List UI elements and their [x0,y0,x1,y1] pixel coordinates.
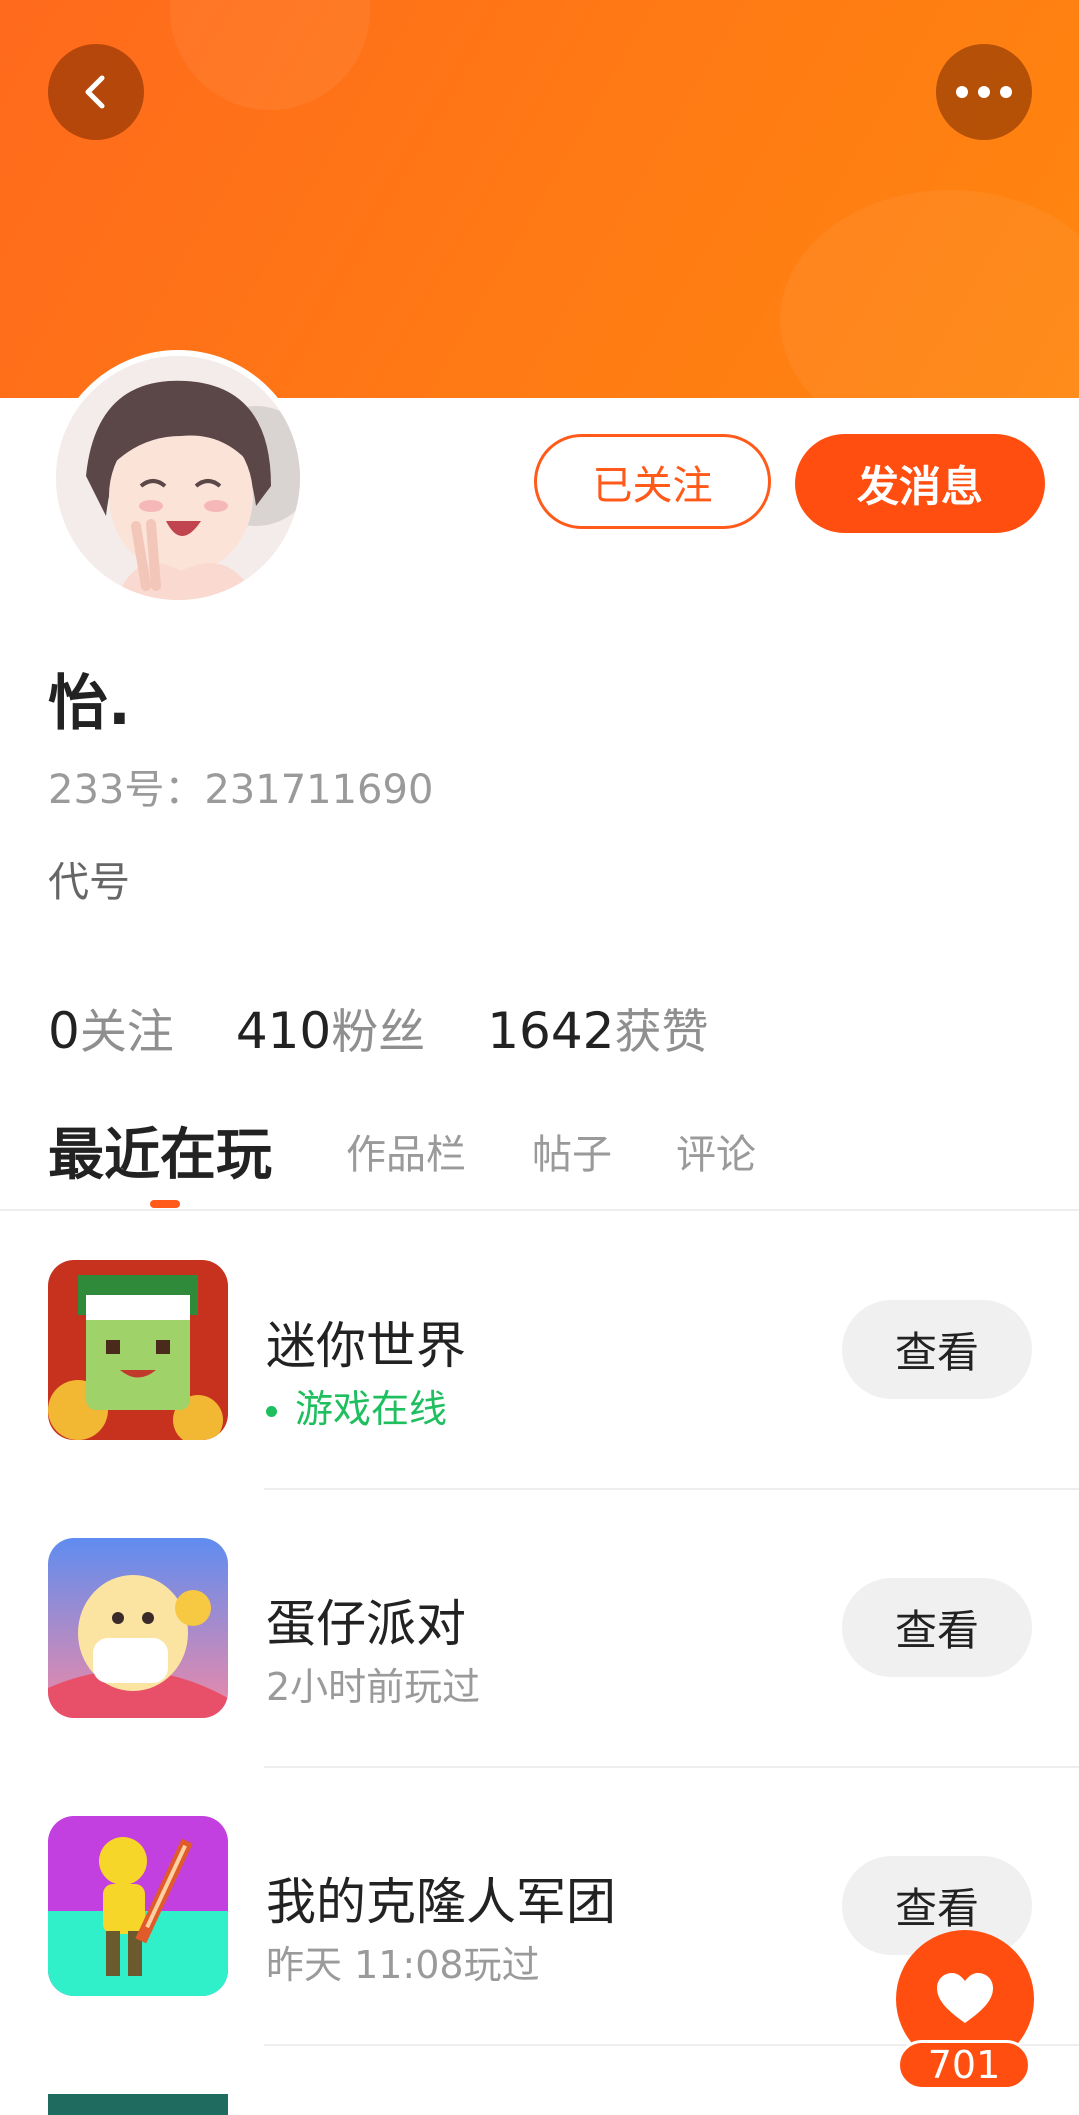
bio: 代号 [48,858,130,906]
stat-count: 0 [48,1002,80,1060]
game-icon [48,1260,228,1440]
stats-row: 0 关注 410 粉丝 1642 获赞 [48,993,771,1062]
game-name: 蛋仔派对 [266,1595,466,1653]
like-count: 701 [897,2040,1031,2090]
tab-comments[interactable]: 评论 [676,1122,756,1180]
more-horizontal-icon [956,86,1012,98]
divider [264,1488,1079,1490]
active-tab-indicator [150,1200,180,1208]
tab-posts[interactable]: 帖子 [532,1122,612,1180]
banner-decoration [170,0,370,110]
list-item[interactable]: 蛋仔派对 2小时前玩过 查看 [0,1538,1079,1816]
game-status: 昨天 11:08玩过 [266,1943,540,1987]
game-status-text: 游戏在线 [295,1387,448,1431]
game-status: 游戏在线 [266,1378,447,1433]
divider [264,1766,1079,1768]
stat-likes[interactable]: 1642 获赞 [487,993,708,1062]
chevron-left-icon [85,75,105,109]
game-icon [48,2094,228,2115]
game-status: 2小时前玩过 [266,1665,481,1709]
game-name: 我的克隆人军团 [266,1873,616,1931]
avatar-image [56,356,300,600]
heart-icon [937,1973,993,2023]
list-item[interactable] [0,2094,1079,2115]
online-dot [266,1406,277,1417]
profile-banner [0,0,1079,398]
game-name: 迷你世界 [266,1317,466,1375]
nickname: 怡. [48,669,131,739]
game-icon [48,1538,228,1718]
stat-label: 获赞 [614,1005,709,1060]
send-message-button[interactable]: 发消息 [795,434,1045,533]
stat-following[interactable]: 0 关注 [48,993,174,1062]
tab-bar: 最近在玩 作品栏 帖子 评论 [0,1110,1079,1211]
stat-count: 1642 [487,1002,615,1060]
game-icon [48,1816,228,1996]
following-button[interactable]: 已关注 [534,434,771,529]
view-button[interactable]: 查看 [842,1578,1032,1677]
list-item[interactable]: 迷你世界 游戏在线 查看 [0,1260,1079,1538]
back-button[interactable] [48,44,144,140]
stat-fans[interactable]: 410 粉丝 [236,993,425,1062]
stat-count: 410 [235,1002,332,1060]
banner-decoration [780,190,1079,398]
stat-label: 关注 [79,1005,174,1060]
tab-recently-played[interactable]: 最近在玩 [48,1110,272,1191]
user-id: 233号：231711690 [48,767,434,813]
stat-label: 粉丝 [331,1005,426,1060]
view-button[interactable]: 查看 [842,1300,1032,1399]
avatar[interactable] [50,350,306,606]
tab-works[interactable]: 作品栏 [346,1122,466,1180]
more-button[interactable] [936,44,1032,140]
